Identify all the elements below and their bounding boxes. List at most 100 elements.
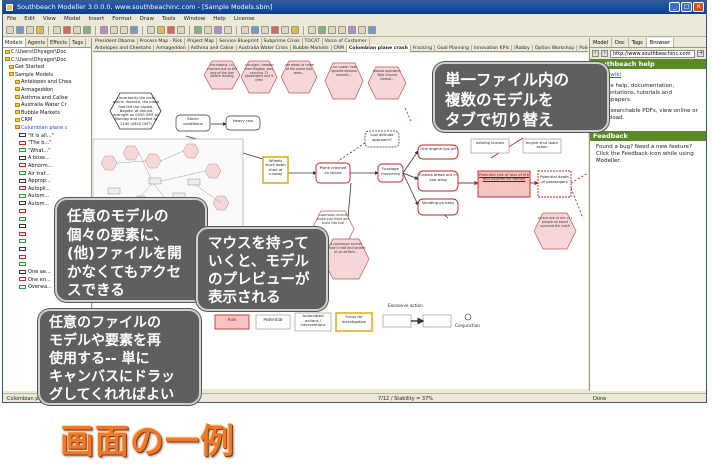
toolbar-button-icon[interactable] <box>281 26 289 34</box>
toolbar-button-icon[interactable] <box>16 26 24 34</box>
go-icon[interactable]: → <box>697 50 704 57</box>
back-icon[interactable]: ‹ <box>592 50 599 57</box>
model-tab[interactable]: Asthma and Calise <box>189 45 237 52</box>
model-tab[interactable]: Colombian plane crash <box>346 45 411 52</box>
tree-item[interactable]: Get Started <box>5 64 89 72</box>
toolbar-button-icon[interactable] <box>36 26 44 34</box>
node-storm[interactable]: Storm conditions <box>175 114 211 132</box>
model-tab[interactable]: TOCAT <box>303 38 323 45</box>
toolbar-button-icon[interactable] <box>194 26 202 34</box>
toolbar-button-icon[interactable] <box>147 26 155 34</box>
model-tab[interactable]: Service Blueprint <box>217 38 262 45</box>
node-potential-death[interactable]: Potential death of passengers <box>537 170 572 198</box>
toolbar-button-icon[interactable] <box>110 26 118 34</box>
menu-window[interactable]: Window <box>184 14 206 24</box>
toolbar-button-icon[interactable] <box>167 26 175 34</box>
toolbar-button-icon[interactable] <box>157 26 165 34</box>
model-tab[interactable]: Goal Planning <box>435 45 472 52</box>
toolbar-button-icon[interactable] <box>368 26 376 34</box>
menu-format[interactable]: Format <box>112 14 131 24</box>
hex-node-survived[interactable]: All but one of the 131 people on board s… <box>533 212 577 250</box>
model-tab[interactable]: Antelopes and Cheetahs <box>93 45 155 52</box>
hex-node-half[interactable]: A colombian airliner broke in half and l… <box>322 238 370 280</box>
model-tab[interactable]: Bubble Markets <box>291 45 332 52</box>
toolbar-button-icon[interactable] <box>204 26 212 34</box>
toolbar-button-icon[interactable] <box>291 26 299 34</box>
model-tab[interactable]: Process Map - Risk <box>138 38 186 45</box>
node-low-altitude[interactable]: Low altitude approach? <box>364 130 400 148</box>
tree-item[interactable]: Australia Water Cr <box>5 102 89 110</box>
tree-item[interactable]: "It is all..." <box>5 133 89 141</box>
menu-view[interactable]: View <box>43 14 56 24</box>
hex-node-quest[interactable]: Our Quest: Pilot ignored obvious hazards… <box>324 62 364 100</box>
model-tab[interactable]: Fracking <box>411 45 436 52</box>
node-one-engine[interactable]: One engine lips off <box>417 144 459 160</box>
toolbar-button-icon[interactable] <box>53 26 61 34</box>
node-skidding[interactable]: Skidding on belly <box>417 198 459 216</box>
toolbar-button-icon[interactable] <box>100 26 108 34</box>
tab-effects[interactable]: Effects <box>48 38 71 47</box>
toolbar-button-icon[interactable] <box>261 26 269 34</box>
menu-draw[interactable]: Draw <box>140 14 154 24</box>
tree-item[interactable]: "What..." <box>5 148 89 156</box>
tree-item[interactable]: Air traf... <box>5 171 89 179</box>
toolbar-button-icon[interactable] <box>63 26 71 34</box>
maximize-button[interactable]: □ <box>681 2 692 12</box>
model-tab[interactable]: Innovation KPIs <box>472 45 513 52</box>
tab-model[interactable]: Model <box>590 38 613 47</box>
tree-item[interactable]: Approp... <box>5 178 89 186</box>
hex-node-hazard[interactable]: Hazard Approach: Take Ground Control... <box>367 66 407 100</box>
tree-item[interactable]: Antelopes and Chea <box>5 79 89 87</box>
minimize-button[interactable]: _ <box>669 2 680 12</box>
toolbar-button-icon[interactable] <box>6 26 14 34</box>
node-heavy-rain[interactable]: Heavy rain <box>225 115 261 131</box>
tree-item[interactable]: Armageddon <box>5 87 89 95</box>
tab-models[interactable]: Models <box>3 38 26 47</box>
menu-model[interactable]: Model <box>64 14 81 24</box>
toolbar-button-icon[interactable] <box>130 26 138 34</box>
tab-agents[interactable]: Agents <box>26 38 49 47</box>
model-tab[interactable]: President Obama <box>93 38 138 45</box>
node-engine-shut[interactable]: engine shut down action <box>522 138 562 154</box>
model-tab[interactable]: Option Workshop <box>533 45 578 52</box>
hex-node-death[interactable]: The death of three of the plane fuel wer… <box>280 60 318 94</box>
model-tab[interactable]: Australia Water Crisis <box>237 45 291 52</box>
toolbar-button-icon[interactable] <box>120 26 128 34</box>
toolbar-button-icon[interactable] <box>348 26 356 34</box>
model-tab[interactable]: Armageddon <box>154 45 189 52</box>
toolbar-button-icon[interactable] <box>358 26 366 34</box>
tree-item[interactable]: CRM <box>5 117 89 125</box>
close-button[interactable]: × <box>693 2 704 12</box>
model-tab[interactable]: CRM <box>332 45 347 52</box>
node-plane-crashed[interactable]: Plane crashed on island <box>315 162 351 184</box>
toolbar-button-icon[interactable] <box>338 26 346 34</box>
tree-item[interactable]: Sample Models <box>5 72 89 80</box>
url-input[interactable]: http://www.southbeachinc.com <box>610 49 695 58</box>
tab-browser[interactable]: Browser <box>646 38 675 47</box>
toolbar-button-icon[interactable] <box>73 26 81 34</box>
menu-file[interactable]: File <box>7 14 16 24</box>
forward-icon[interactable]: › <box>601 50 608 57</box>
hex-node-flight[interactable]: The flight, headed from Bogota, was carr… <box>240 60 278 94</box>
tree-item[interactable]: Bubble Markets <box>5 110 89 118</box>
toolbar-button-icon[interactable] <box>328 26 336 34</box>
model-tab[interactable]: Subprime Crisis <box>262 38 303 45</box>
tree-item[interactable]: Abnorm... <box>5 163 89 171</box>
tree-item[interactable]: Asthma and Calise <box>5 95 89 103</box>
toolbar-button-icon[interactable] <box>241 26 249 34</box>
tree-item[interactable]: "The b..." <box>5 140 89 148</box>
menu-edit[interactable]: Edit <box>24 14 35 24</box>
model-tab[interactable]: iRobby <box>512 45 533 52</box>
menu-insert[interactable]: Insert <box>88 14 104 24</box>
tree-item[interactable]: A boxe... <box>5 155 89 163</box>
toolbar-button-icon[interactable] <box>26 26 34 34</box>
tree-item[interactable]: C:\Users\Ohyagor\Doc <box>5 57 89 65</box>
model-tab[interactable]: Voice of Customer <box>323 38 370 45</box>
toolbar-button-icon[interactable] <box>214 26 222 34</box>
node-wheels[interactable]: Wheels stuck down short of runway <box>262 156 289 184</box>
toolbar-button-icon[interactable] <box>271 26 279 34</box>
tree-item[interactable]: C:\Users\Ohyagor\Doc <box>5 49 89 57</box>
hex-node-uncertainty[interactable]: Uncertainty the local airline, Avianca, … <box>109 92 162 130</box>
model-tab[interactable]: Project Map <box>185 38 218 45</box>
toolbar-button-icon[interactable] <box>177 26 185 34</box>
